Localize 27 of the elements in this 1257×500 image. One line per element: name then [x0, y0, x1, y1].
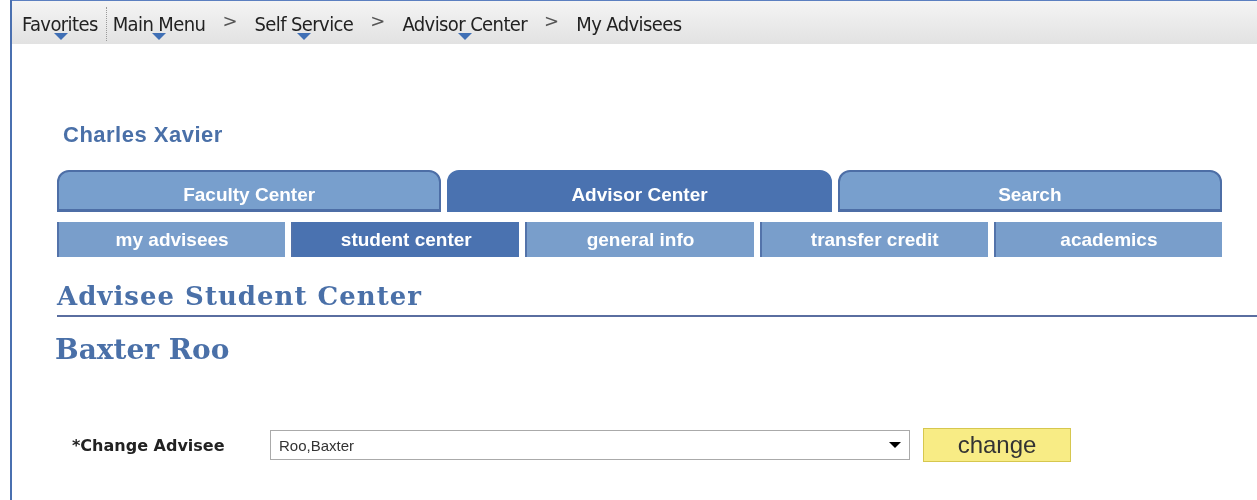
- favorites-menu[interactable]: Favorites: [17, 1, 106, 39]
- field-label: *Change Advisee: [72, 435, 226, 455]
- subtab[interactable]: student center: [291, 222, 520, 257]
- dropdown-icon: [296, 33, 311, 40]
- caret-icon: [889, 442, 901, 448]
- breadcrumb-link[interactable]: My Advisees: [571, 1, 687, 39]
- dropdown-icon: [457, 33, 472, 40]
- breadcrumb-link[interactable]: Main Menu: [107, 1, 211, 39]
- subtab[interactable]: general info: [525, 222, 754, 257]
- tab[interactable]: Search: [837, 170, 1222, 212]
- advisee-dropdown[interactable]: Roo,Baxter: [270, 430, 910, 460]
- breadcrumb-separator: >: [543, 9, 561, 31]
- dropdown-icon: [152, 33, 167, 40]
- student-name: Baxter Roo: [55, 333, 231, 366]
- dropdown-icon: [54, 33, 69, 40]
- user-name: Charles Xavier: [62, 122, 224, 148]
- page-title: Advisee Student Center: [57, 281, 1257, 317]
- breadcrumb-separator: >: [221, 9, 239, 31]
- subtab[interactable]: my advisees: [57, 222, 286, 257]
- tab[interactable]: Advisor Center: [447, 170, 832, 212]
- breadcrumb-link[interactable]: Advisor Center: [397, 1, 533, 39]
- breadcrumb-link[interactable]: Self Service: [249, 1, 359, 39]
- change-button[interactable]: change: [923, 428, 1071, 462]
- subtab[interactable]: academics: [993, 222, 1222, 257]
- subtab[interactable]: transfer credit: [759, 222, 988, 257]
- breadcrumb-separator: >: [369, 9, 387, 31]
- tab[interactable]: Faculty Center: [57, 170, 442, 212]
